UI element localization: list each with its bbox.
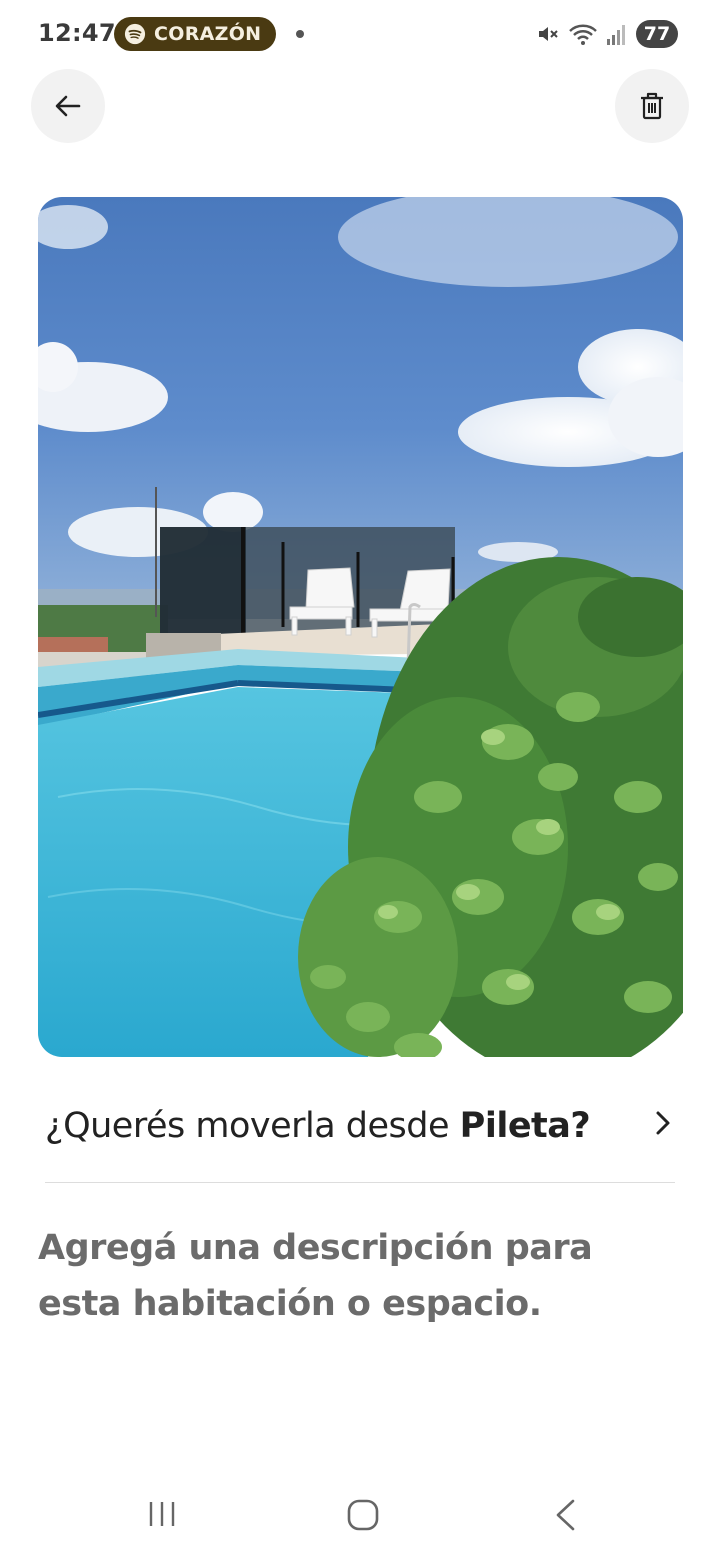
back-button[interactable] <box>31 69 105 143</box>
room-photo[interactable] <box>38 197 683 1057</box>
notification-dot <box>296 30 304 38</box>
media-label: CORAZÓN <box>154 23 262 45</box>
status-bar: 12:47 CORAZÓN 77 <box>0 0 720 66</box>
mute-icon <box>539 27 558 41</box>
question-suffix: ? <box>570 1106 591 1146</box>
navigation-bar <box>0 1468 720 1560</box>
spotify-icon <box>124 23 146 45</box>
description-field[interactable]: Agregá una descripción para esta habitac… <box>38 1220 678 1332</box>
chevron-right-icon <box>656 1111 670 1135</box>
status-icons: 77 <box>536 18 678 50</box>
wifi-icon <box>569 24 597 45</box>
arrow-left-icon <box>55 95 81 117</box>
recent-apps-icon[interactable] <box>146 1498 178 1530</box>
home-icon[interactable] <box>346 1498 380 1532</box>
back-icon[interactable] <box>553 1498 579 1532</box>
media-pill[interactable]: CORAZÓN <box>114 17 276 51</box>
move-room-question: ¿Querés moverla desde Pileta? <box>45 1106 591 1146</box>
battery-indicator: 77 <box>636 20 678 48</box>
room-name: Pileta <box>459 1106 571 1146</box>
move-room-row[interactable]: ¿Querés moverla desde Pileta? <box>45 1090 675 1183</box>
status-time: 12:47 <box>38 19 116 47</box>
signal-icon <box>607 25 625 45</box>
trash-icon <box>641 92 663 120</box>
delete-button[interactable] <box>615 69 689 143</box>
question-prefix: ¿Querés moverla desde <box>45 1106 460 1146</box>
pool-image <box>38 197 683 1057</box>
